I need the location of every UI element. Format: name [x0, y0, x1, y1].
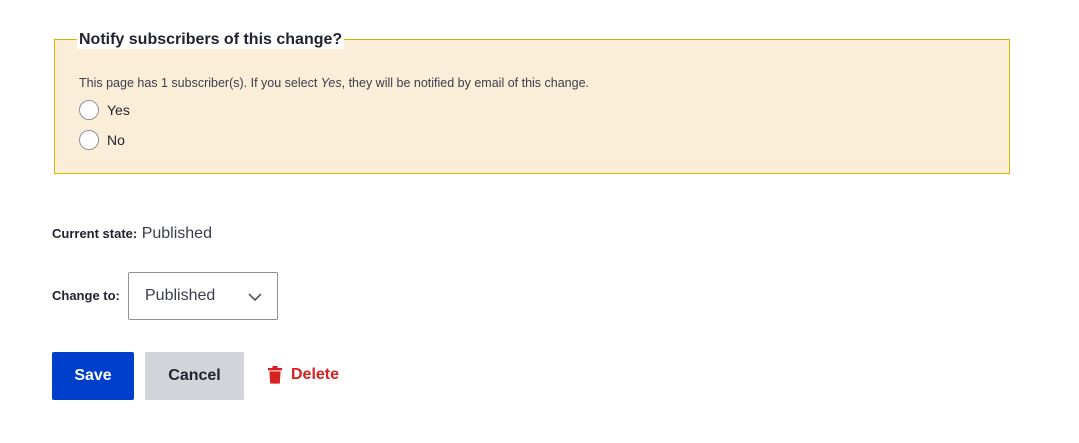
notify-description-before: This page has 1 subscriber(s). If you se… — [79, 76, 321, 90]
delete-link[interactable]: Delete — [267, 366, 339, 384]
radio-no-label[interactable]: No — [107, 132, 125, 148]
notify-description: This page has 1 subscriber(s). If you se… — [79, 76, 589, 90]
radio-yes-label[interactable]: Yes — [107, 102, 130, 118]
radio-yes[interactable] — [79, 100, 99, 120]
radio-no[interactable] — [79, 130, 99, 150]
save-button[interactable]: Save — [52, 352, 134, 400]
delete-label[interactable]: Delete — [291, 366, 339, 384]
radio-option-no[interactable]: No — [79, 130, 125, 150]
chevron-down-icon — [248, 293, 262, 302]
notify-subscribers-fieldset: Notify subscribers of this change? This … — [54, 31, 1010, 174]
change-to-label: Change to: — [52, 288, 120, 303]
current-state: Current state: Published — [52, 225, 212, 243]
radio-option-yes[interactable]: Yes — [79, 100, 130, 120]
trash-icon — [268, 366, 282, 384]
notify-subscribers-legend: Notify subscribers of this change? — [77, 31, 345, 49]
change-to-selected-value: Published — [145, 287, 216, 304]
current-state-label: Current state: — [52, 226, 138, 241]
current-state-value: Published — [141, 225, 212, 242]
notify-description-after: , they will be notified by email of this… — [341, 76, 589, 90]
change-to-select[interactable]: Published — [128, 272, 278, 320]
cancel-button[interactable]: Cancel — [145, 352, 244, 400]
notify-description-em: Yes — [320, 76, 342, 90]
